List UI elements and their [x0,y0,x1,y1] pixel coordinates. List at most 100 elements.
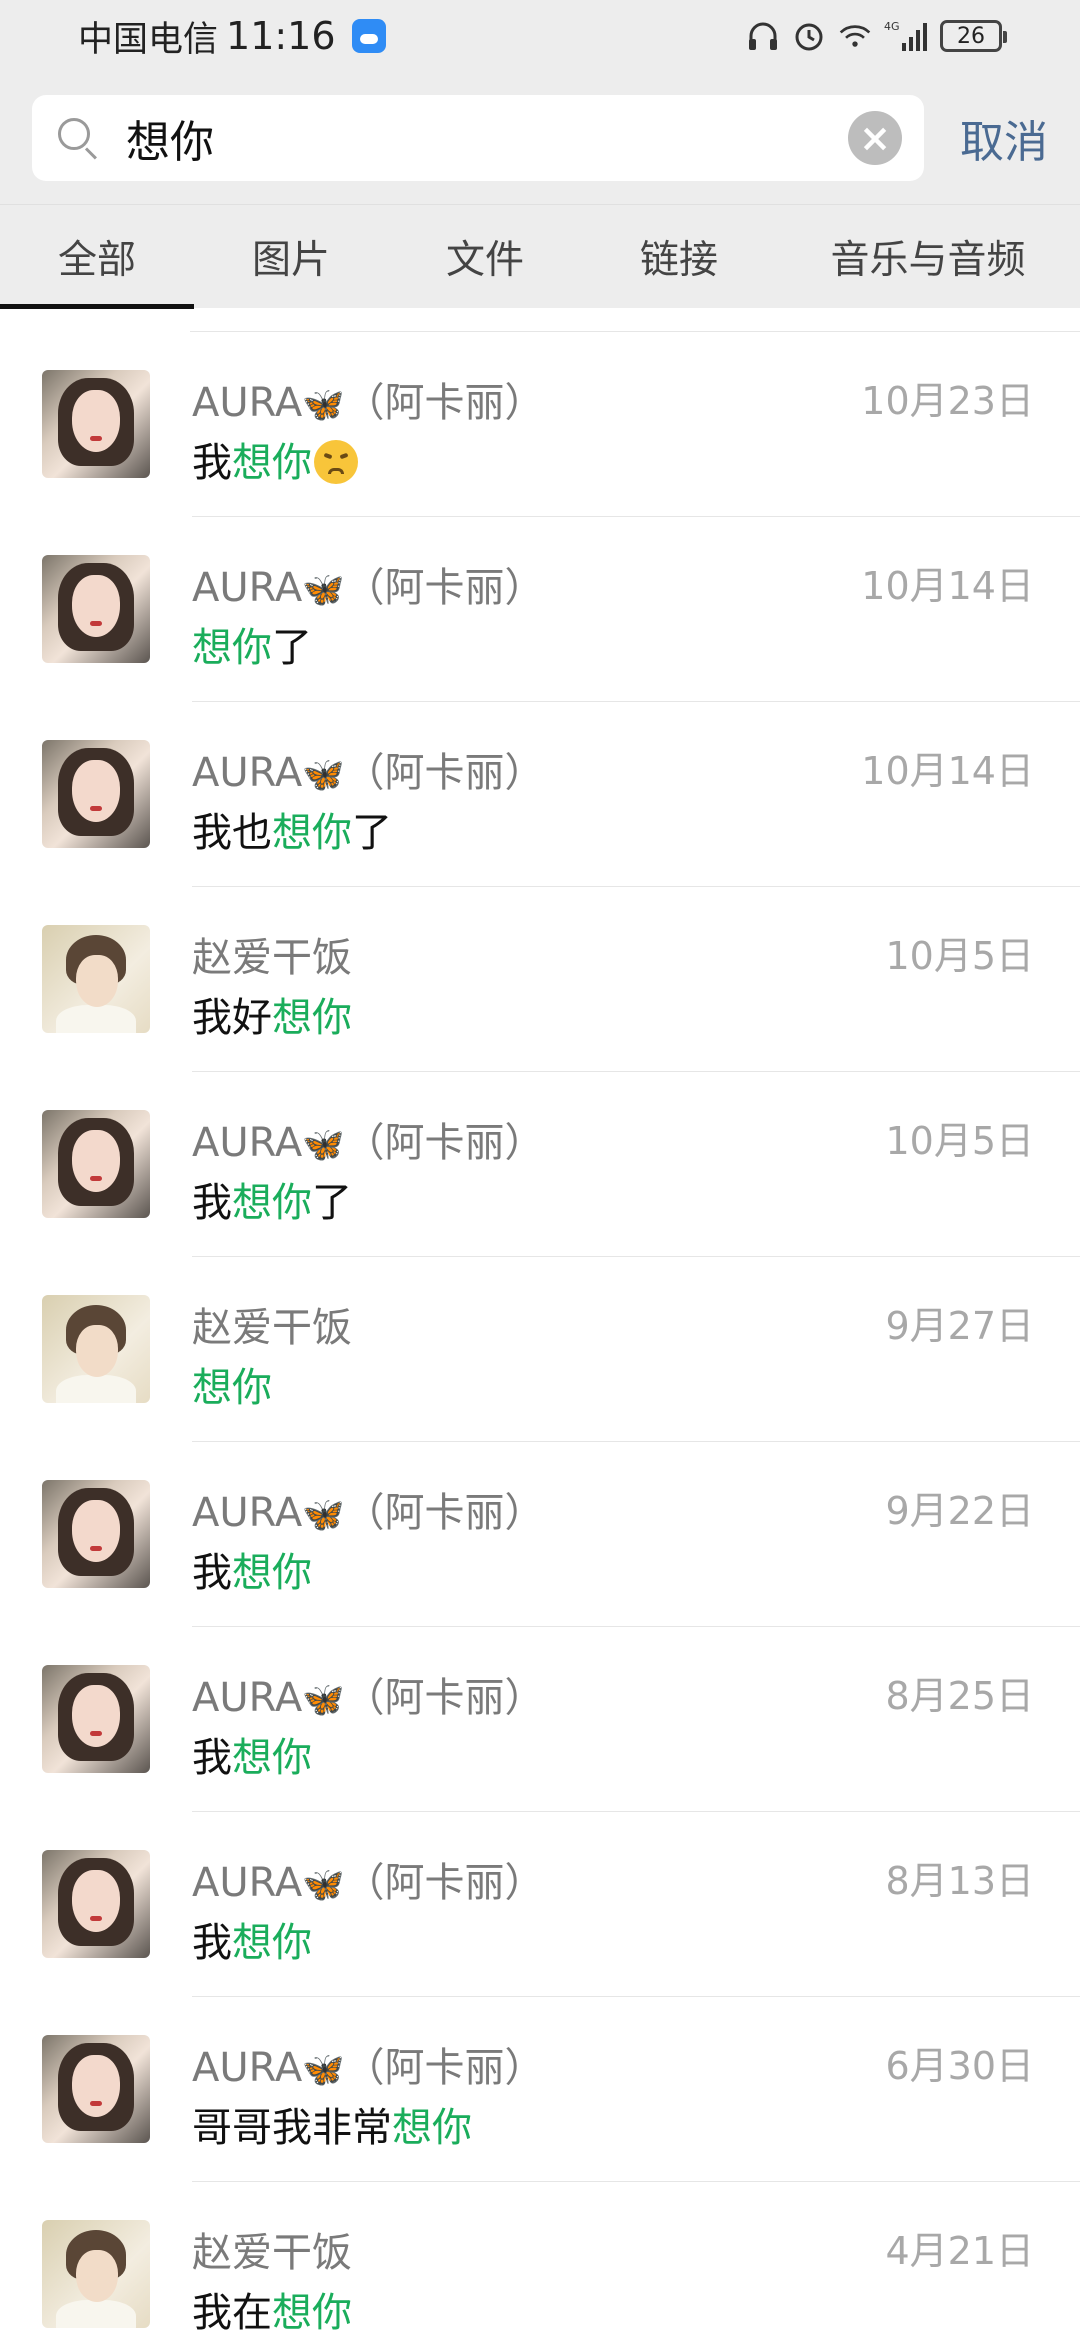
message-date: 8月13日 [885,1859,1034,1903]
pensive-face-icon [314,440,358,484]
filter-tabs: 全部 图片 文件 链接 音乐与音频 [0,204,1080,309]
list-item[interactable]: AURA🦋（阿卡丽） 8月25日我想你 [0,1627,1080,1812]
contact-name: AURA🦋（阿卡丽） [192,740,545,798]
contact-remark: （阿卡丽） [344,380,545,426]
butterfly-icon: 🦋 [302,2050,345,2090]
contact-remark: （阿卡丽） [344,1675,545,1721]
snippet-highlight: 想你 [232,1550,312,1596]
tab-images[interactable]: 图片 [194,205,388,309]
message-snippet: 想你 [192,1355,272,1413]
butterfly-icon: 🦋 [302,1865,345,1905]
tab-links[interactable]: 链接 [582,205,776,309]
message-snippet: 我也想你了 [192,800,392,858]
tab-music-audio[interactable]: 音乐与音频 [776,205,1080,309]
contact-name-text: 赵爱干饭 [192,935,352,981]
message-date: 10月14日 [861,749,1034,793]
message-snippet: 我在想你 [192,2280,352,2338]
contact-name: AURA🦋（阿卡丽） [192,2035,545,2093]
tab-files[interactable]: 文件 [388,205,582,309]
list-item[interactable]: AURA🦋（阿卡丽） 10月14日想你了 [0,517,1080,702]
message-snippet: 我想你 [192,1725,312,1783]
snippet-prefix: 我 [192,1735,232,1781]
list-item[interactable]: 赵爱干饭 4月21日我在想你 [0,2182,1080,2340]
contact-remark: （阿卡丽） [344,2045,545,2091]
avatar[interactable] [42,1295,150,1403]
list-item[interactable]: 赵爱干饭 9月27日想你 [0,1257,1080,1442]
message-snippet: 我想你 [192,1910,312,1968]
list-item[interactable]: AURA🦋（阿卡丽） 10月23日 我想你 [0,332,1080,517]
search-input[interactable]: 想你 × [32,95,924,181]
cancel-button[interactable]: 取消 [960,106,1048,170]
list-item[interactable]: AURA🦋（阿卡丽） 9月22日 我想你 [0,1442,1080,1627]
message-date: 9月27日 [885,1304,1034,1348]
snippet-highlight: 想你 [272,810,352,856]
contact-name: AURA🦋（阿卡丽） [192,1480,545,1538]
message-date: 10月23日 [861,379,1034,423]
alarm-icon [792,19,826,53]
message-date: 6月30日 [885,2044,1034,2088]
snippet-prefix: 哥哥我非常 [192,2105,392,2151]
snippet-prefix: 我也 [192,810,272,856]
wifi-icon [838,19,872,53]
contact-name: AURA🦋（阿卡丽） [192,555,545,613]
message-date: 10月5日 [885,1119,1034,1163]
avatar[interactable] [42,740,150,848]
status-right: 4G 26 [746,19,1007,53]
avatar[interactable] [42,1110,150,1218]
butterfly-icon: 🦋 [302,1680,345,1720]
battery-icon: 26 [940,20,1007,52]
butterfly-icon: 🦋 [302,570,345,610]
contact-remark: （阿卡丽） [344,1860,545,1906]
list-item[interactable]: AURA🦋（阿卡丽） 10月14日我也想你了 [0,702,1080,887]
message-date: 4月21日 [885,2229,1034,2273]
contact-name: 赵爱干饭 [192,2220,352,2278]
avatar[interactable] [42,1850,150,1958]
search-results-list: AURA🦋（阿卡丽） 10月23日 我想你 AURA🦋（阿卡丽） 10月14日 想你了 AU… [0,308,1080,2340]
snippet-prefix: 我在 [192,2290,272,2336]
clear-icon[interactable]: × [848,111,902,165]
carrier-label: 中国电信 [78,19,219,60]
tab-all[interactable]: 全部 [0,205,194,309]
snippet-prefix: 我 [192,440,232,486]
battery-level: 26 [957,23,985,49]
contact-remark: （阿卡丽） [344,1120,545,1166]
list-item[interactable]: AURA🦋（阿卡丽） 8月13日我想你 [0,1812,1080,1997]
headphones-icon [746,19,780,53]
butterfly-icon: 🦋 [302,1495,345,1535]
weather-icon [351,19,386,53]
message-date: 8月25日 [885,1674,1034,1718]
avatar[interactable] [42,555,150,663]
message-snippet: 哥哥我非常想你 [192,2095,472,2153]
message-date: 9月22日 [885,1489,1034,1533]
contact-remark: （阿卡丽） [344,565,545,611]
butterfly-icon: 🦋 [302,755,345,795]
snippet-highlight: 想你 [392,2105,472,2151]
avatar[interactable] [42,1665,150,1773]
avatar[interactable] [42,1480,150,1588]
contact-name-text: 赵爱干饭 [192,1305,352,1351]
butterfly-icon: 🦋 [302,1125,345,1165]
avatar[interactable] [42,370,150,478]
contact-name: AURA🦋（阿卡丽） [192,1665,545,1723]
network-type-label: 4G [884,20,900,33]
message-date: 10月14日 [861,564,1034,608]
snippet-prefix: 我 [192,1180,232,1226]
list-item[interactable]: 赵爱干饭 10月5日 我好想你 [0,887,1080,1072]
message-snippet: 想你了 [192,615,312,673]
list-item[interactable]: AURA🦋（阿卡丽） 6月30日哥哥我非常想你 [0,1997,1080,2182]
avatar[interactable] [42,2035,150,2143]
avatar[interactable] [42,925,150,1033]
search-query-text[interactable]: 想你 [126,106,848,170]
snippet-suffix: 了 [272,625,312,671]
snippet-highlight: 想你 [232,1920,312,1966]
snippet-highlight: 想你 [272,2290,352,2336]
contact-name: AURA🦋（阿卡丽） [192,1850,545,1908]
list-item[interactable]: AURA🦋（阿卡丽） 10月5日 我想你了 [0,1072,1080,1257]
contact-name-text: AURA [192,750,303,796]
avatar[interactable] [42,2220,150,2328]
snippet-highlight: 想你 [232,1180,312,1226]
search-row: 想你 × 取消 [0,72,1080,204]
contact-name: 赵爱干饭 [192,1295,352,1353]
search-icon [54,114,102,162]
snippet-prefix: 我 [192,1920,232,1966]
